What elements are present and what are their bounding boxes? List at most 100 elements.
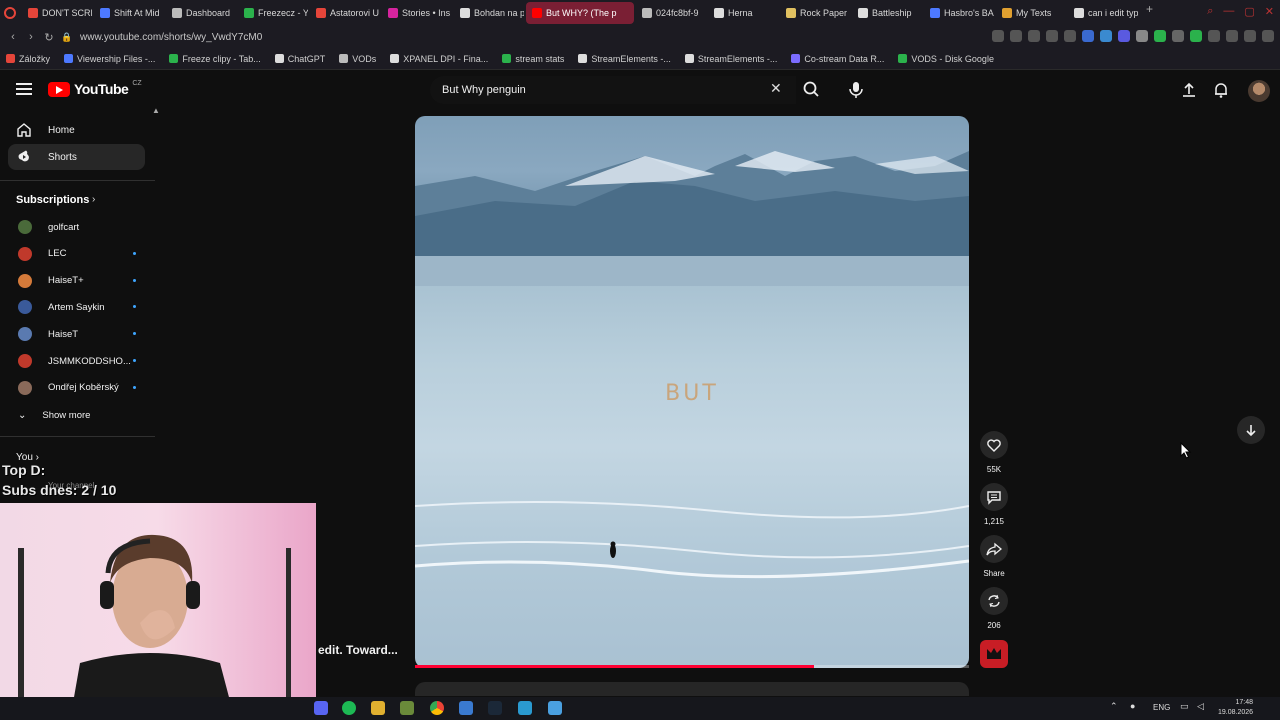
spotify-icon[interactable]	[342, 701, 356, 715]
bookmark-item[interactable]: Viewership Files -...	[64, 54, 155, 64]
subscription-item[interactable]: JSMMKODDSHO...	[8, 350, 148, 372]
reload-button[interactable]: ↻	[40, 31, 58, 44]
back-button[interactable]: ‹	[4, 31, 22, 43]
discord-icon[interactable]	[314, 701, 328, 715]
browser-tab[interactable]: But WHY? (The p	[526, 2, 634, 24]
chrome-icon[interactable]	[430, 701, 444, 715]
subscription-item[interactable]: HaiseT+	[8, 270, 148, 292]
menu-icon[interactable]	[1262, 30, 1274, 42]
maximize-button[interactable]: ▢	[1244, 5, 1254, 18]
browser-tab[interactable]: Bohdan na p	[454, 2, 524, 24]
app-icon[interactable]	[400, 701, 414, 715]
bookmark-item[interactable]: XPANEL DPI - Fina...	[390, 54, 488, 64]
tab-label: Hasbro's BA	[944, 8, 994, 18]
browser-tab[interactable]: Battleship	[852, 2, 922, 24]
notepad-icon[interactable]	[548, 701, 562, 715]
language-indicator[interactable]: ENG	[1153, 703, 1170, 712]
browser-tab[interactable]: Herna	[708, 2, 778, 24]
browser-tab[interactable]: Hasbro's BA	[924, 2, 994, 24]
channel-avatar[interactable]	[980, 640, 1008, 668]
bookmark-item[interactable]: VODS - Disk Google	[898, 54, 994, 64]
browser-tab[interactable]: Stories • Ins	[382, 2, 452, 24]
bookmark-item[interactable]: stream stats	[502, 54, 564, 64]
subscription-item[interactable]: golfcart	[8, 216, 148, 238]
browser-tab[interactable]: can i edit typ	[1068, 2, 1138, 24]
subscription-item[interactable]: LEC	[8, 243, 148, 265]
remix-button[interactable]: 206	[980, 587, 1008, 630]
bookmark-item[interactable]: StreamElements -...	[684, 54, 777, 64]
browser-tab[interactable]: Astatorovi U	[310, 2, 380, 24]
video-progress-bar[interactable]	[415, 665, 969, 668]
app-icon[interactable]	[518, 701, 532, 715]
browser-tab[interactable]: Shift At Mid	[94, 2, 164, 24]
search-tabs-icon[interactable]: ⌕	[1207, 5, 1213, 18]
download-icon[interactable]	[1226, 30, 1238, 42]
shield-icon[interactable]	[1028, 30, 1040, 42]
tray-overflow-icon[interactable]: ⌃	[1110, 701, 1118, 712]
volume-icon[interactable]: ◁	[1197, 701, 1204, 712]
extension-icon[interactable]	[1172, 30, 1184, 42]
minimize-button[interactable]: —	[1223, 5, 1234, 18]
voice-search-button[interactable]	[846, 79, 866, 101]
forward-button[interactable]: ›	[22, 31, 40, 43]
search-input[interactable]: But Why penguin	[430, 76, 796, 104]
bookmark-item[interactable]: ChatGPT	[274, 54, 325, 64]
bookmark-item[interactable]: Co-stream Data R...	[791, 54, 884, 64]
chevron-up-icon[interactable]: ▲	[152, 106, 160, 115]
extensions-puzzle-icon[interactable]	[1208, 30, 1220, 42]
sidebar-item-shorts[interactable]: Shorts	[8, 144, 145, 170]
microphone-tray-icon[interactable]: ●	[1130, 701, 1135, 711]
pin-icon[interactable]	[992, 30, 1004, 42]
new-tab-button[interactable]: +	[1146, 2, 1153, 24]
next-short-button[interactable]	[1237, 416, 1265, 444]
heart-icon[interactable]	[1064, 30, 1076, 42]
browser-tab[interactable]: Dashboard	[166, 2, 236, 24]
clear-search-icon[interactable]: ✕	[770, 80, 782, 97]
share-button[interactable]: Share	[980, 535, 1008, 578]
opera-logo-icon[interactable]	[4, 7, 16, 19]
file-explorer-icon[interactable]	[371, 701, 385, 715]
steam-icon[interactable]	[488, 701, 502, 715]
next-short-preview[interactable]	[415, 682, 969, 696]
url-field[interactable]: www.youtube.com/shorts/wy_VwdY7cM0	[80, 32, 262, 43]
profile-icon[interactable]	[1244, 30, 1256, 42]
play-icon[interactable]	[1046, 30, 1058, 42]
subscriptions-heading[interactable]: Subscriptions	[16, 194, 89, 206]
account-avatar[interactable]	[1248, 80, 1270, 102]
app-icon[interactable]	[459, 701, 473, 715]
subscription-item[interactable]: HaiseT	[8, 323, 148, 345]
extension-icon[interactable]	[1136, 30, 1148, 42]
shorts-video-player[interactable]: BUT	[415, 116, 969, 668]
extension-icon[interactable]	[1154, 30, 1166, 42]
close-window-button[interactable]: ✕	[1265, 5, 1274, 18]
snapshot-icon[interactable]	[1010, 30, 1022, 42]
bookmark-item[interactable]: Freeze clipy - Tab...	[169, 54, 261, 64]
show-more-button[interactable]: ⌄ Show more	[8, 404, 148, 426]
extension-icon[interactable]	[1190, 30, 1202, 42]
extension-icon[interactable]	[1082, 30, 1094, 42]
extension-icon[interactable]	[1100, 30, 1112, 42]
network-icon[interactable]: ▭	[1180, 701, 1189, 712]
hamburger-menu-icon[interactable]	[14, 80, 34, 100]
browser-tab[interactable]: 024fc8bf-9	[636, 2, 706, 24]
browser-tab[interactable]: Rock Paper	[780, 2, 850, 24]
bookmark-item[interactable]: VODs	[339, 54, 376, 64]
search-button[interactable]	[796, 76, 826, 104]
browser-tab[interactable]: Freezecz - Y	[238, 2, 308, 24]
clock[interactable]: 17:48 19.08.2026	[1218, 698, 1253, 718]
comments-button[interactable]: 1,215	[980, 483, 1008, 526]
extension-icon[interactable]	[1118, 30, 1130, 42]
bookmark-item[interactable]: StreamElements -...	[578, 54, 671, 64]
sidebar-item-home[interactable]: Home	[8, 117, 145, 143]
browser-tab[interactable]: DON'T SCRE	[22, 2, 92, 24]
ice-field	[415, 501, 969, 579]
like-button[interactable]: 55K	[980, 431, 1008, 474]
subscription-item[interactable]: Ondřej Koběrský	[8, 377, 148, 399]
youtube-logo[interactable]: YouTube CZ	[48, 80, 142, 97]
upload-button[interactable]	[1180, 81, 1198, 99]
bookmark-item[interactable]: Záložky	[6, 54, 50, 64]
chevron-right-icon[interactable]: ›	[92, 194, 95, 205]
browser-tab[interactable]: My Texts	[996, 2, 1066, 24]
notifications-button[interactable]	[1212, 81, 1230, 99]
subscription-item[interactable]: Artem Saykin	[8, 296, 148, 318]
